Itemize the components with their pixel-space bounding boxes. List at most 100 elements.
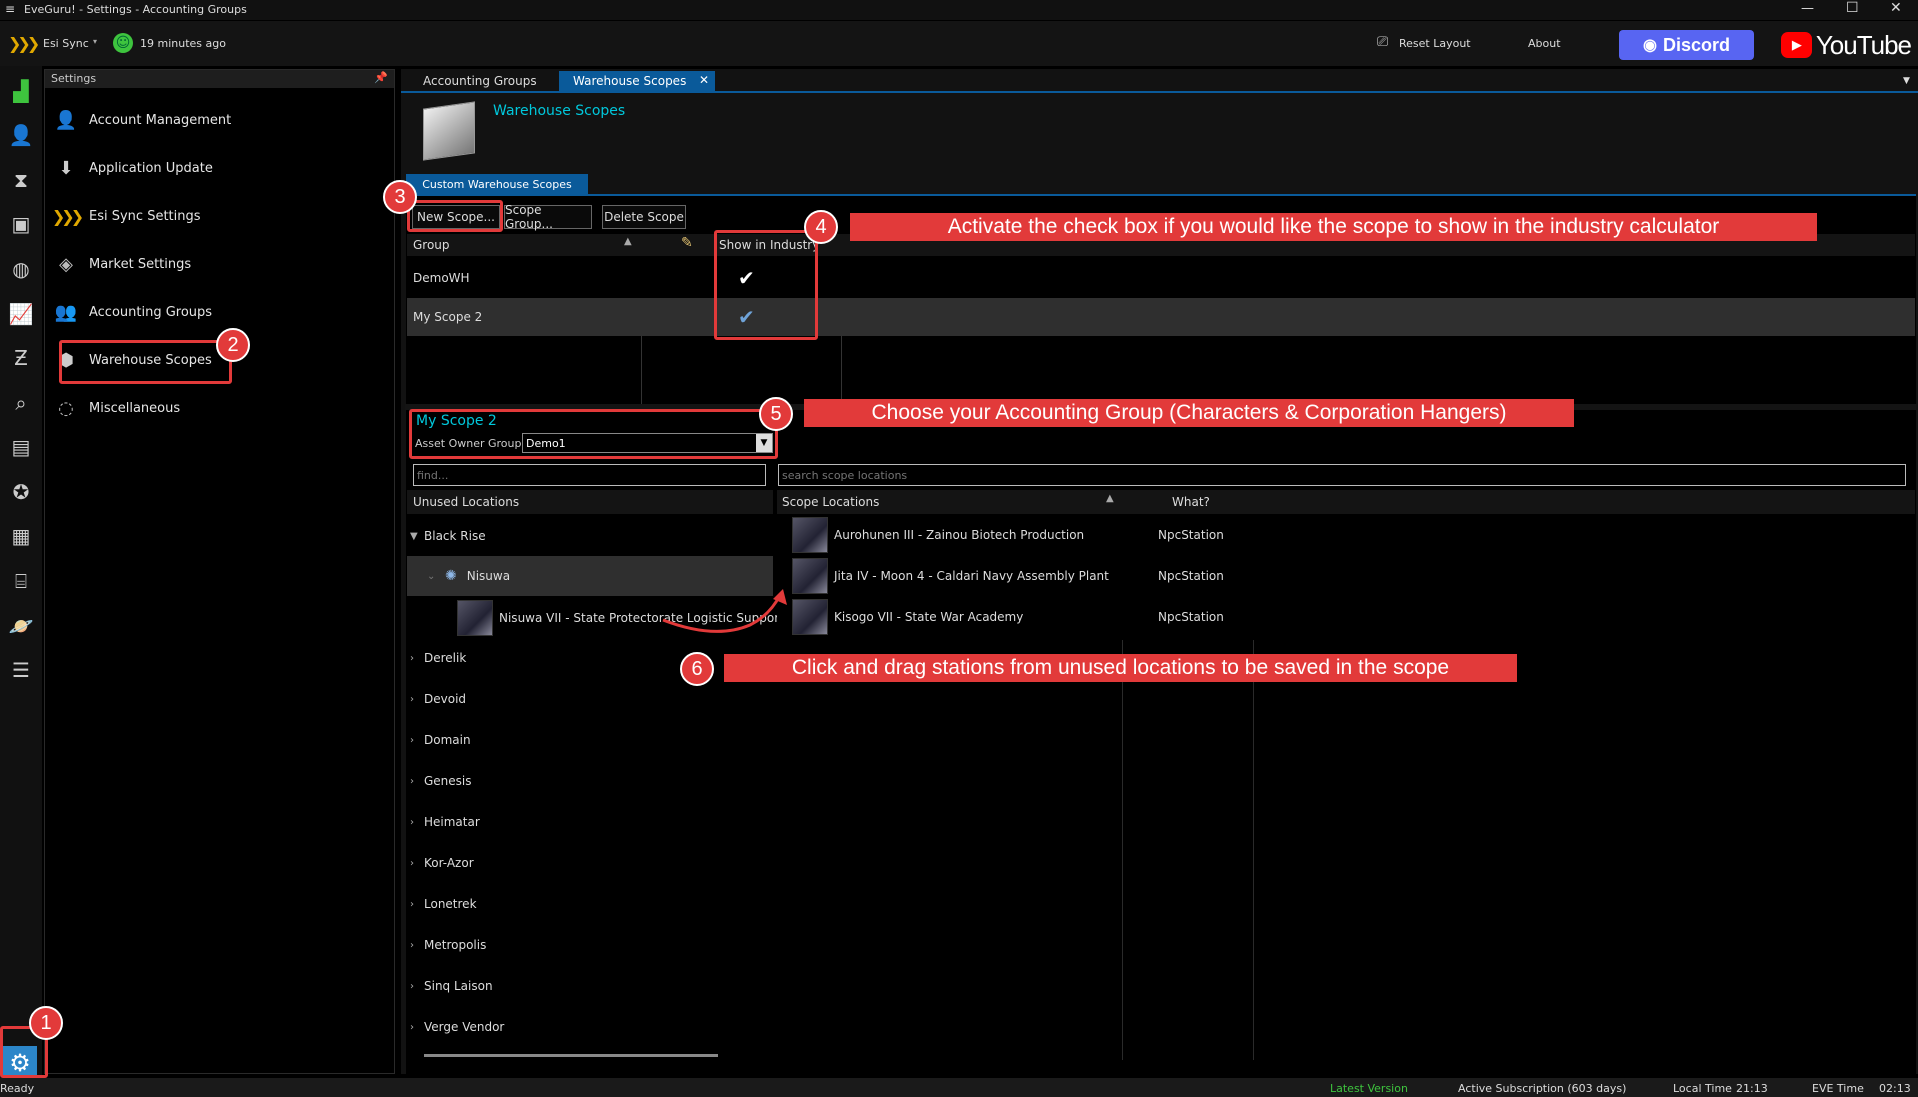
layers-icon[interactable]: ☰ [6, 655, 36, 685]
tabs-overflow-icon[interactable]: ▼ [1903, 76, 1910, 86]
settings-item-application-update[interactable]: ⬇ Application Update [53, 148, 383, 188]
sync-time: 19 minutes ago [140, 37, 226, 50]
maximize-icon[interactable]: ☐ [1846, 0, 1859, 16]
chevron-right-icon[interactable]: › [410, 940, 424, 951]
youtube-button[interactable]: ▶ YouTube [1781, 29, 1912, 61]
scope-group-button[interactable]: Scope Group... [504, 203, 592, 231]
chevron-right-icon[interactable]: › [410, 694, 424, 705]
tree-region[interactable]: › Heimatar [410, 812, 480, 832]
tree-region[interactable]: › Sinq Laison [410, 976, 493, 996]
chevron-down-icon[interactable]: ▼ [410, 531, 424, 542]
list-item[interactable]: Aurohunen III - Zainou Biotech Productio… [792, 516, 1892, 554]
highlight-show-in-industry [714, 230, 818, 340]
discord-icon: ◉ [1643, 37, 1657, 54]
settings-item-account-management[interactable]: 👤 Account Management [53, 100, 383, 140]
character-icon[interactable]: 👤 [6, 120, 36, 150]
scope-locations-header[interactable]: Scope Locations [782, 495, 879, 509]
settings-item-accounting-groups[interactable]: 👥 Accounting Groups [53, 292, 383, 332]
settings-item-esi-sync-settings[interactable]: ❯❯❯ Esi Sync Settings [52, 196, 383, 236]
sort-asc-icon: ▲ [624, 236, 632, 247]
scope-header-bar [777, 490, 1915, 514]
col-divider [1122, 640, 1123, 1060]
status-local-time-label: Local Time [1673, 1082, 1732, 1095]
tree-region[interactable]: › Domain [410, 730, 471, 750]
close-icon[interactable]: ✕ [1890, 0, 1902, 16]
zeta-icon[interactable]: Ƶ [6, 343, 36, 373]
list-item[interactable]: Jita IV - Moon 4 - Caldari Navy Assembly… [792, 557, 1892, 595]
tree-region[interactable]: › Derelik [410, 648, 466, 668]
icon-rail: ▟ 👤 ⧗ ▣ ◍ 📈 Ƶ ⌕ ▤ ✪ ▦ ⌸ 🪐 ☰ ⚙ [0, 66, 42, 1080]
table-row[interactable]: My Scope 2 ✔ [407, 298, 1915, 336]
callout-text-4: Activate the check box if you would like… [850, 213, 1817, 241]
grid-divider [641, 336, 642, 404]
market-icon[interactable]: ◍ [6, 254, 36, 284]
col-group-header[interactable]: Group [413, 238, 450, 252]
emblem-icon[interactable]: ✪ [6, 477, 36, 507]
tree-region[interactable]: › Lonetrek [410, 894, 477, 914]
row-group-name: My Scope 2 [413, 310, 483, 324]
horizontal-scrollbar[interactable] [424, 1054, 718, 1057]
tree-label: Genesis [424, 774, 472, 788]
chart-icon[interactable]: 📈 [6, 299, 36, 329]
ledger-icon[interactable]: ▤ [6, 432, 36, 462]
settings-panel-header: Settings 📌 [45, 70, 394, 88]
tree-region[interactable]: › Devoid [410, 689, 466, 709]
tree-region[interactable]: › Kor-Azor [410, 853, 474, 873]
chevron-right-icon[interactable]: › [410, 899, 424, 910]
discord-button[interactable]: ◉ Discord [1619, 30, 1754, 60]
status-eve-time-label: EVE Time [1812, 1082, 1864, 1095]
esi-sync-button[interactable]: Esi Sync [43, 37, 89, 50]
chevron-down-icon[interactable]: ⌄ [427, 571, 441, 582]
hourglass-icon[interactable]: ⧗ [6, 165, 36, 195]
chevron-right-icon[interactable]: › [410, 1022, 424, 1033]
blueprint-icon[interactable]: ▣ [6, 209, 36, 239]
planet-icon[interactable]: 🪐 [6, 611, 36, 641]
callout-1: 1 [29, 1006, 63, 1040]
tab-warehouse-scopes[interactable]: Warehouse Scopes ✕ [559, 71, 715, 91]
chevron-down-icon[interactable]: ▾ [93, 37, 97, 46]
tab-accounting-groups[interactable]: Accounting Groups [409, 71, 551, 91]
tree-label: Verge Vendor [424, 1020, 505, 1034]
chevron-right-icon[interactable]: › [410, 735, 424, 746]
tab-custom-warehouse-scopes[interactable]: Custom Warehouse Scopes [406, 174, 588, 194]
settings-item-label: Miscellaneous [89, 400, 181, 416]
chevron-right-icon[interactable]: › [410, 776, 424, 787]
list-item[interactable]: Kisogo VII - State War Academy NpcStation [792, 598, 1892, 636]
tree-region[interactable]: › Verge Vendor [410, 1017, 504, 1037]
delete-scope-button[interactable]: Delete Scope [602, 205, 686, 229]
search-scope-locations-input[interactable] [778, 464, 1906, 486]
what-header[interactable]: What? [1172, 495, 1210, 509]
table-row[interactable]: DemoWH ✔ [407, 259, 1915, 297]
contracts-icon[interactable]: ▦ [6, 521, 36, 551]
tree-label: Derelik [424, 651, 467, 665]
tree-region[interactable]: › Genesis [410, 771, 472, 791]
tree-region[interactable]: › Metropolis [410, 935, 486, 955]
chevron-right-icon[interactable]: › [410, 858, 424, 869]
callout-text-5: Choose your Accounting Group (Characters… [804, 399, 1574, 427]
chevron-right-icon[interactable]: › [410, 653, 424, 664]
subtab-label: Custom Warehouse Scopes [422, 177, 572, 191]
tab-close-icon[interactable]: ✕ [699, 73, 709, 87]
industry-icon[interactable]: ▟ [6, 76, 36, 106]
tree-system-nisuwa[interactable]: ⌄ ✺ Nisuwa [427, 566, 510, 586]
minimize-icon[interactable]: — [1801, 1, 1814, 16]
reset-layout-button[interactable]: Reset Layout [1399, 37, 1471, 50]
pencil-icon[interactable]: ✎ [681, 235, 693, 251]
settings-item-label: Accounting Groups [89, 304, 213, 320]
settings-item-market-settings[interactable]: ◈ Market Settings [53, 244, 383, 284]
calculator-icon[interactable]: ⌸ [6, 566, 36, 596]
chevron-right-icon[interactable]: › [410, 981, 424, 992]
inspect-icon[interactable]: ⌕ [6, 388, 36, 418]
smiley-icon: ☺ [113, 33, 133, 53]
chevron-right-icon[interactable]: › [410, 817, 424, 828]
find-input[interactable] [413, 464, 766, 486]
pin-icon[interactable]: 📌 [374, 71, 388, 84]
callout-5: 5 [759, 397, 793, 431]
about-button[interactable]: About [1528, 37, 1561, 50]
settings-item-miscellaneous[interactable]: ◌ Miscellaneous [53, 388, 383, 428]
tree-region-black-rise[interactable]: ▼ Black Rise [410, 526, 486, 546]
discord-label: Discord [1662, 34, 1730, 55]
drag-arrow [662, 589, 787, 633]
settings-item-label: Market Settings [89, 256, 192, 272]
menu-icon[interactable]: ≡ [5, 2, 15, 16]
